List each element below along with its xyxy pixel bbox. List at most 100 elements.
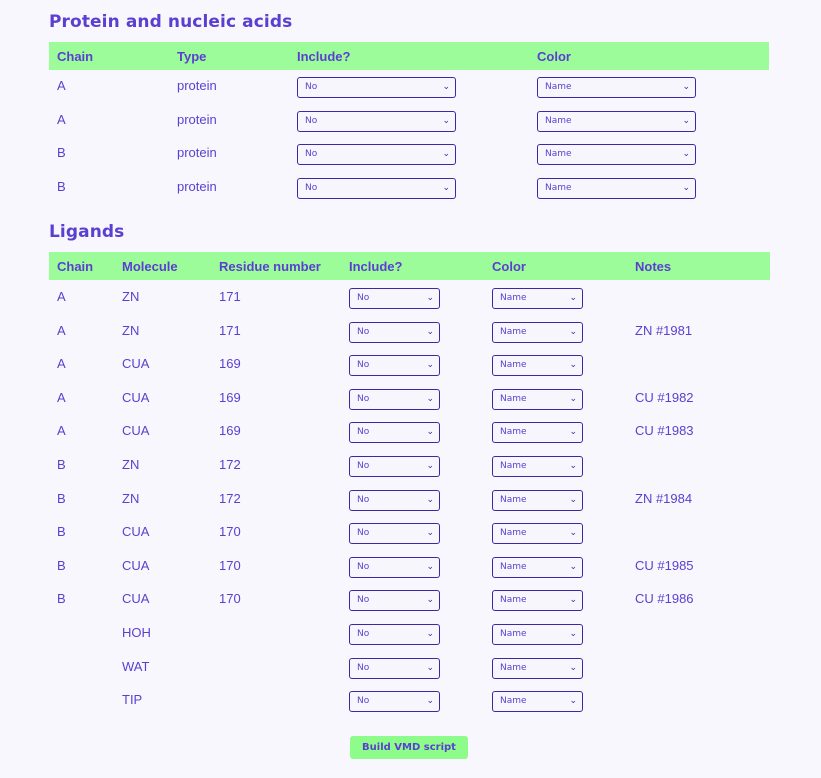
residue-cell-text: 169 — [219, 356, 241, 372]
molecule-cell: ZN — [114, 482, 211, 516]
chain-cell-text: B — [57, 145, 66, 160]
color-select[interactable]: Name ⌄ — [537, 144, 696, 165]
color-select-cell: Name ⌄ — [529, 104, 769, 138]
ligand-row: HOH No ⌄ Name ⌄ — [49, 616, 770, 650]
molecule-cell-text: CUA — [122, 356, 150, 372]
include-select[interactable]: No ⌄ — [349, 657, 440, 679]
include-select[interactable]: No ⌄ — [349, 355, 440, 377]
type-cell-text: protein — [177, 111, 217, 127]
chevron-down-icon: ⌄ — [426, 561, 434, 572]
color-select[interactable]: Name ⌄ — [537, 110, 696, 132]
include-select-cell: No ⌄ — [341, 280, 484, 314]
molecule-cell: CUA — [114, 549, 211, 583]
color-select[interactable]: Name ⌄ — [492, 321, 583, 343]
include-select-value: No — [357, 595, 370, 606]
include-select-value: No — [357, 561, 370, 572]
color-select-cell: Name ⌄ — [529, 171, 769, 205]
color-select[interactable]: Name ⌄ — [492, 388, 583, 410]
residue-cell-text: 172 — [219, 490, 241, 506]
chevron-down-icon: ⌄ — [426, 460, 434, 471]
ligand-row: A ZN 171 No ⌄ Name ⌄ ZN #1981 — [49, 314, 770, 348]
include-select-value: No — [305, 149, 318, 159]
include-select[interactable]: No ⌄ — [349, 556, 440, 578]
ligand-row: B CUA 170 No ⌄ Name ⌄ CU #1986 — [49, 582, 770, 616]
molecule-cell: HOH — [114, 616, 211, 650]
header-color: Color — [484, 252, 627, 280]
chevron-down-icon: ⌄ — [569, 393, 577, 404]
include-select[interactable]: No ⌄ — [297, 144, 456, 165]
color-select[interactable]: Name ⌄ — [537, 77, 696, 98]
chevron-down-icon: ⌄ — [569, 595, 577, 606]
residue-cell: 170 — [211, 515, 341, 549]
include-select[interactable]: No ⌄ — [297, 77, 456, 98]
chevron-down-icon: ⌄ — [569, 460, 577, 471]
residue-cell: 170 — [211, 549, 341, 583]
molecule-cell: CUA — [114, 414, 211, 448]
color-select[interactable]: Name ⌄ — [492, 288, 583, 309]
molecule-cell: CUA — [114, 515, 211, 549]
color-select[interactable]: Name ⌄ — [492, 556, 583, 578]
include-select[interactable]: No ⌄ — [297, 177, 456, 199]
include-select-cell: No ⌄ — [341, 515, 484, 549]
include-select[interactable]: No ⌄ — [349, 422, 440, 444]
molecule-cell-text: CUA — [122, 389, 150, 405]
color-select-cell: Name ⌄ — [484, 482, 627, 516]
residue-cell-text: 172 — [219, 456, 241, 472]
include-select[interactable]: No ⌄ — [349, 691, 440, 713]
residue-cell-text: 169 — [219, 389, 241, 405]
color-select[interactable]: Name ⌄ — [492, 355, 583, 377]
molecule-cell: TIP — [114, 683, 211, 717]
chevron-down-icon: ⌄ — [682, 82, 690, 92]
include-select-cell: No ⌄ — [289, 137, 529, 171]
include-select-cell: No ⌄ — [341, 381, 484, 415]
color-select[interactable]: Name ⌄ — [492, 657, 583, 679]
notes-cell-text: CU #1985 — [635, 557, 694, 573]
color-select[interactable]: Name ⌄ — [492, 590, 583, 612]
notes-cell-text: ZN #1984 — [635, 490, 693, 506]
header-molecule: Molecule — [114, 252, 211, 280]
include-select[interactable]: No ⌄ — [349, 623, 440, 645]
color-select[interactable]: Name ⌄ — [492, 623, 583, 645]
include-select[interactable]: No ⌄ — [297, 110, 456, 132]
include-select[interactable]: No ⌄ — [349, 388, 440, 410]
color-select-value: Name — [500, 393, 527, 404]
color-select[interactable]: Name ⌄ — [492, 523, 583, 545]
color-select-cell: Name ⌄ — [484, 515, 627, 549]
color-select-value: Name — [545, 115, 572, 126]
include-select-value: No — [357, 326, 370, 337]
molecule-cell-text: CUA — [122, 557, 150, 573]
header-color: Color — [529, 42, 769, 70]
notes-cell — [627, 650, 770, 684]
chain-cell-text: A — [57, 423, 66, 439]
protein-row: Aprotein No ⌄ Name ⌄ — [49, 104, 769, 138]
color-select[interactable]: Name ⌄ — [537, 177, 696, 199]
include-select-value: No — [357, 460, 370, 471]
color-select-cell: Name ⌄ — [484, 381, 627, 415]
include-select[interactable]: No ⌄ — [349, 321, 440, 343]
build-vmd-script-button[interactable]: Build VMD script — [350, 736, 468, 759]
color-select[interactable]: Name ⌄ — [492, 691, 583, 713]
chain-cell: B — [49, 515, 114, 549]
molecule-cell-text: WAT — [122, 658, 150, 674]
chevron-down-icon: ⌄ — [426, 293, 434, 303]
include-select-cell: No ⌄ — [341, 650, 484, 684]
include-select-cell: No ⌄ — [289, 171, 529, 205]
include-select-value: No — [305, 182, 318, 193]
residue-cell-text: 170 — [219, 524, 241, 540]
include-select[interactable]: No ⌄ — [349, 489, 440, 511]
include-select[interactable]: No ⌄ — [349, 590, 440, 612]
include-select[interactable]: No ⌄ — [349, 523, 440, 545]
color-select-value: Name — [500, 561, 527, 572]
color-select[interactable]: Name ⌄ — [492, 455, 583, 477]
color-select[interactable]: Name ⌄ — [492, 489, 583, 511]
include-select-value: No — [357, 696, 370, 707]
molecule-cell-text: ZN — [122, 456, 140, 472]
protein-row: Bprotein No ⌄ Name ⌄ — [49, 171, 769, 205]
include-select[interactable]: No ⌄ — [349, 288, 440, 309]
color-select[interactable]: Name ⌄ — [492, 422, 583, 444]
chain-cell-text: B — [57, 490, 66, 506]
notes-cell: ZN #1981 — [627, 314, 770, 348]
chain-cell: A — [49, 70, 169, 104]
include-select[interactable]: No ⌄ — [349, 455, 440, 477]
chevron-down-icon: ⌄ — [569, 662, 577, 673]
